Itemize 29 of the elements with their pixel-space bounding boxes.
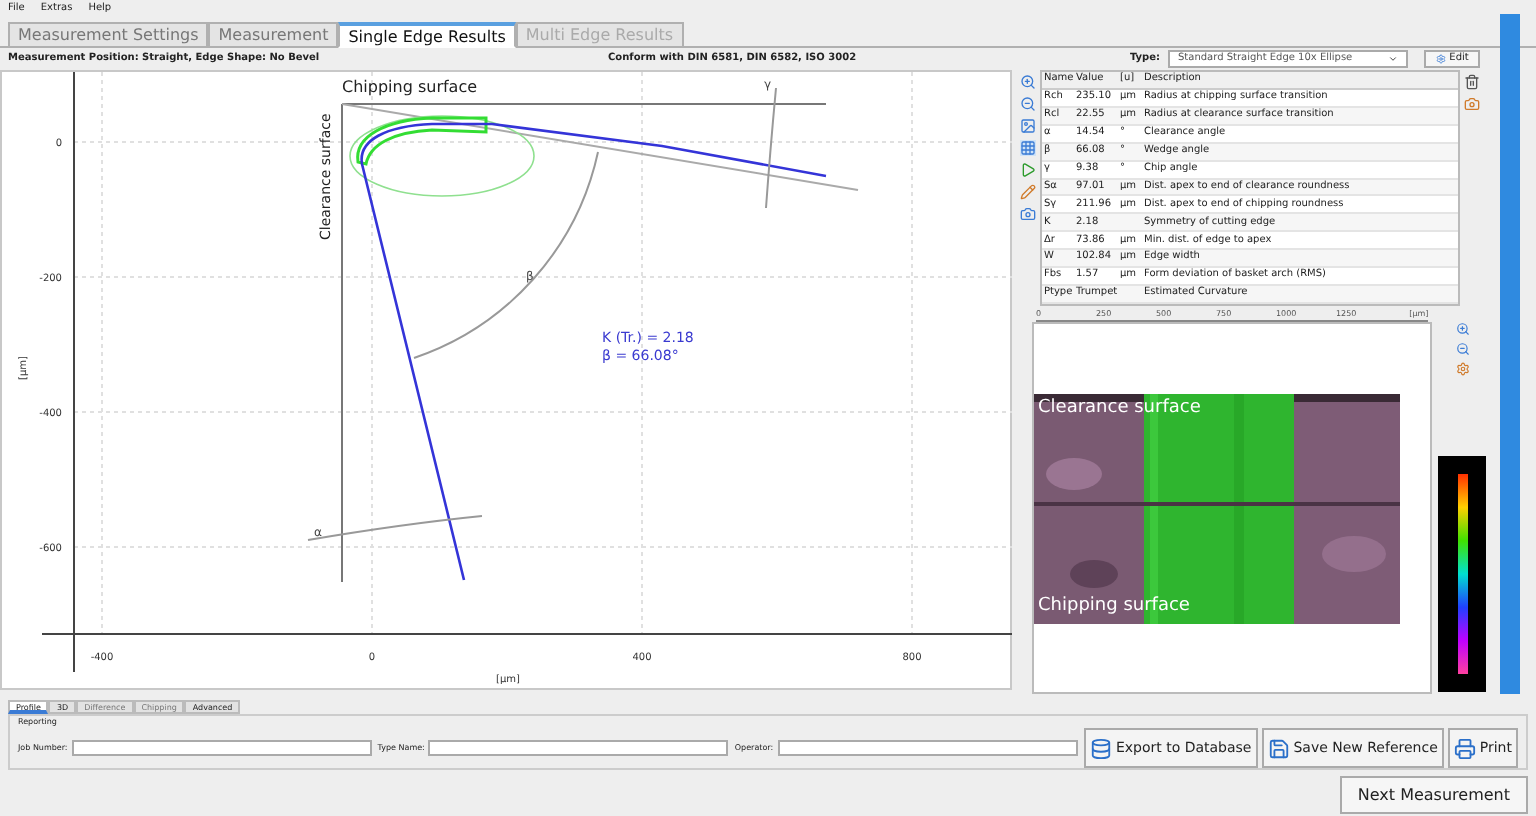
tab[interactable]: Single Edge Results bbox=[338, 22, 516, 48]
trash-icon[interactable] bbox=[1464, 74, 1480, 90]
settings-icon[interactable] bbox=[1455, 362, 1470, 376]
play-icon[interactable] bbox=[1020, 162, 1036, 178]
zoom-in-icon[interactable] bbox=[1455, 322, 1470, 336]
zoom-out-icon[interactable] bbox=[1020, 96, 1036, 112]
gamma-arc bbox=[765, 87, 777, 209]
chipping-surface-label: Chipping surface bbox=[342, 78, 478, 96]
camera-icon[interactable] bbox=[1464, 96, 1480, 112]
next-measurement-button[interactable]: Next Measurement bbox=[1339, 776, 1528, 814]
image-icon[interactable] bbox=[1020, 118, 1036, 134]
tab[interactable]: Measurement Settings bbox=[8, 22, 209, 48]
grid-icon[interactable] bbox=[1020, 140, 1036, 156]
zoom-out-icon[interactable] bbox=[1455, 342, 1470, 356]
zoom-in-icon[interactable] bbox=[1020, 74, 1036, 90]
database-icon bbox=[1089, 737, 1112, 759]
input-field[interactable] bbox=[428, 740, 729, 756]
caret-icon bbox=[1388, 54, 1398, 64]
tab[interactable]: Measurement bbox=[208, 22, 339, 48]
print-icon bbox=[1453, 737, 1476, 759]
chipping-surface-overlay: Chipping surface bbox=[1038, 594, 1190, 620]
camera-icon[interactable] bbox=[1020, 206, 1036, 222]
input-field[interactable] bbox=[71, 740, 372, 756]
gear-icon bbox=[1435, 54, 1446, 64]
nose-outline bbox=[356, 116, 488, 166]
save-icon bbox=[1267, 737, 1290, 759]
clearance-surface-overlay: Clearance surface bbox=[1038, 395, 1201, 421]
pencil-icon[interactable] bbox=[1020, 184, 1036, 200]
input-field[interactable] bbox=[777, 740, 1078, 756]
